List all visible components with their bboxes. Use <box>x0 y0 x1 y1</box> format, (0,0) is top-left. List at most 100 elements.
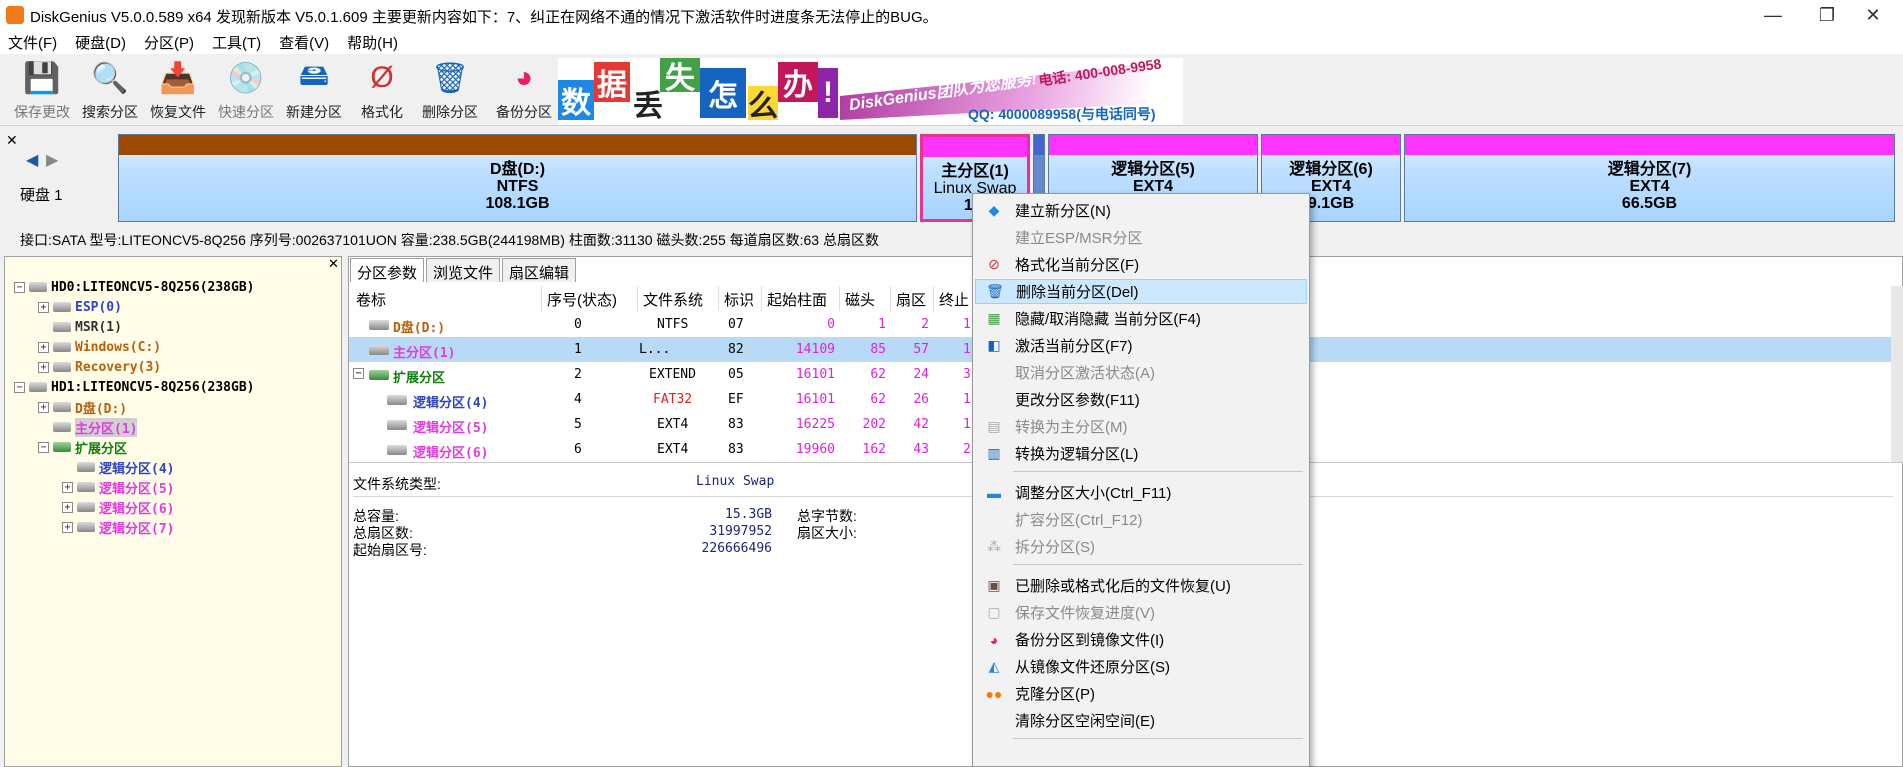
split-icon: ⁂ <box>987 538 1001 554</box>
blank-icon <box>983 511 1005 529</box>
menu-item-label: 备份分区到镜像文件(I) <box>1015 632 1165 649</box>
recover-files-button[interactable]: 📥 恢复文件 <box>144 58 212 124</box>
menu-item-wipe-free-space[interactable]: 清除分区空闲空间(E) <box>975 708 1307 733</box>
sector-size-label: 扇区大小: <box>797 525 857 541</box>
menu-item-change-params[interactable]: 更改分区参数(F11) <box>975 387 1307 412</box>
tree-node-logical-7[interactable]: + 逻辑分区(7) <box>62 518 174 537</box>
menu-item-split-partition[interactable]: ⁂ 拆分分区(S) <box>975 534 1307 559</box>
prev-disk-icon[interactable]: ◀ <box>26 150 38 170</box>
partition-icon <box>369 345 389 355</box>
banner-char: 办 <box>778 62 818 102</box>
expand-icon[interactable]: + <box>38 341 49 353</box>
menu-item-hide-partition[interactable]: ▦ 隐藏/取消隐藏 当前分区(F4) <box>975 306 1307 331</box>
menu-item-label: 隐藏/取消隐藏 当前分区(F4) <box>1015 311 1201 328</box>
col-header-head[interactable]: 磁头 <box>841 286 891 311</box>
tab-sector-edit[interactable]: 扇区编辑 <box>502 258 577 282</box>
menu-item-save-recovery-progress[interactable]: ▢ 保存文件恢复进度(V) <box>975 600 1307 625</box>
next-disk-icon[interactable]: ▶ <box>46 150 58 170</box>
col-header-fs[interactable]: 文件系统 <box>639 286 719 311</box>
collapse-icon[interactable]: − <box>38 441 49 453</box>
search-partition-button[interactable]: 🔍 搜索分区 <box>76 58 144 124</box>
expand-icon[interactable]: + <box>38 301 49 313</box>
tree-node-msr[interactable]: MSR(1) <box>38 318 122 336</box>
partition-bar <box>1262 135 1400 155</box>
new-partition-button[interactable]: 🖴 新建分区 <box>280 58 348 124</box>
convert-logical-icon: ▥ <box>987 445 1001 461</box>
expand-icon[interactable]: + <box>38 401 49 413</box>
tab-browse-files[interactable]: 浏览文件 <box>426 258 501 282</box>
menu-item-recover-files[interactable]: ▣ 已删除或格式化后的文件恢复(U) <box>975 573 1307 598</box>
col-header-label[interactable]: 卷标 <box>352 286 542 311</box>
row-name: 主分区(1) <box>393 346 456 361</box>
menu-disk[interactable]: 硬盘(D) <box>75 32 126 53</box>
col-header-index[interactable]: 序号(状态) <box>543 286 638 311</box>
menu-tools[interactable]: 工具(T) <box>212 32 261 53</box>
partition-name: 逻辑分区(7) <box>1607 161 1692 178</box>
tree-node-logical-5[interactable]: + 逻辑分区(5) <box>62 478 174 497</box>
tree-node-hd1[interactable]: − HD1:LITEONCV5-8Q256(238GB) <box>14 378 255 396</box>
banner-ad[interactable]: 数 据 丢 失 怎 么 办 ! DiskGenius团队为您服务! 电话: 40… <box>558 58 1183 125</box>
menu-item-backup-to-image[interactable]: ◕ 备份分区到镜像文件(I) <box>975 627 1307 652</box>
partition-name: 主分区(1) <box>941 163 1009 180</box>
delete-partition-button[interactable]: 🗑 删除分区 <box>416 58 484 124</box>
menu-item-label: 建立新分区(N) <box>1015 203 1111 220</box>
tree-node-hd0[interactable]: − HD0:LITEONCV5-8Q256(238GB) <box>14 278 255 296</box>
tab-partition-params[interactable]: 分区参数 <box>350 258 425 282</box>
collapse-icon[interactable]: − <box>14 281 25 293</box>
total-sectors-value: 31997952 <box>709 524 772 539</box>
minimize-button[interactable]: — <box>1743 0 1803 30</box>
col-header-sector[interactable]: 扇区 <box>892 286 934 311</box>
table-scrollbar[interactable] <box>1891 286 1903 462</box>
partition-name: 逻辑分区(6) <box>1289 161 1373 178</box>
collapse-icon[interactable]: − <box>353 368 364 379</box>
menu-item-label: 转换为逻辑分区(L) <box>1015 446 1139 463</box>
tree-label: Windows(C:) <box>75 339 162 355</box>
col-header-start-cyl[interactable]: 起始柱面 <box>763 286 840 311</box>
row-end: 1 <box>963 417 971 432</box>
expand-icon[interactable]: + <box>38 361 49 373</box>
close-button[interactable]: ✕ <box>1843 0 1903 30</box>
menu-item-delete-partition[interactable]: 🗑 删除当前分区(Del) <box>975 279 1307 304</box>
save-changes-button[interactable]: 💾 保存更改 <box>8 58 76 124</box>
menu-help[interactable]: 帮助(H) <box>347 32 398 53</box>
tree-node-logical-4[interactable]: 逻辑分区(4) <box>62 458 174 477</box>
menu-item-activate-partition[interactable]: ◧ 激活当前分区(F7) <box>975 333 1307 358</box>
menu-item-create-esp-msr[interactable]: 建立ESP/MSR分区 <box>975 225 1307 250</box>
delete-icon: 🗑 <box>430 61 470 95</box>
menu-item-clone-partition[interactable]: ●● 克隆分区(P) <box>975 681 1307 706</box>
tree-node-esp[interactable]: + ESP(0) <box>38 298 122 316</box>
tree-node-windows[interactable]: + Windows(C:) <box>38 338 161 356</box>
menu-item-extend-partition[interactable]: 扩容分区(Ctrl_F12) <box>975 507 1307 532</box>
close-diskmap-icon[interactable]: ✕ <box>6 132 18 149</box>
partition-block-d[interactable]: D盘(D:) NTFS 108.1GB <box>118 134 917 222</box>
menu-item-new-partition[interactable]: ◆ 建立新分区(N) <box>975 198 1307 223</box>
menu-item-deactivate-partition[interactable]: 取消分区激活状态(A) <box>975 360 1307 385</box>
collapse-icon[interactable]: − <box>14 381 25 393</box>
col-header-end[interactable]: 终止 <box>935 286 975 311</box>
tree-node-recovery[interactable]: + Recovery(3) <box>38 358 161 376</box>
tree-node-extended[interactable]: − 扩展分区 <box>38 438 127 457</box>
tree-node-logical-6[interactable]: + 逻辑分区(6) <box>62 498 174 517</box>
format-label: 格式化 <box>361 104 403 120</box>
expand-icon[interactable]: + <box>62 481 73 493</box>
menu-item-format[interactable]: ⊘ 格式化当前分区(F) <box>975 252 1307 277</box>
quick-partition-button[interactable]: 💿 快速分区 <box>212 58 280 124</box>
format-button[interactable]: Ø 格式化 <box>348 58 416 124</box>
partition-block-logical-7[interactable]: 逻辑分区(7) EXT4 66.5GB <box>1404 134 1895 222</box>
menu-item-convert-primary[interactable]: ▤ 转换为主分区(M) <box>975 414 1307 439</box>
menu-partition[interactable]: 分区(P) <box>144 32 194 53</box>
tree-node-primary-1[interactable]: 主分区(1) <box>38 417 138 437</box>
menu-item-convert-logical[interactable]: ▥ 转换为逻辑分区(L) <box>975 441 1307 466</box>
menu-file[interactable]: 文件(F) <box>8 32 57 53</box>
expand-icon[interactable]: + <box>62 501 73 513</box>
menu-view[interactable]: 查看(V) <box>279 32 329 53</box>
menu-item-restore-from-image[interactable]: ◭ 从镜像文件还原分区(S) <box>975 654 1307 679</box>
col-header-id[interactable]: 标识 <box>720 286 762 311</box>
menu-item-resize-partition[interactable]: ▬ 调整分区大小(Ctrl_F11) <box>975 480 1307 505</box>
backup-partition-button[interactable]: ◕ 备份分区 <box>490 58 558 124</box>
tree-node-d[interactable]: + D盘(D:) <box>38 398 127 417</box>
close-tree-icon[interactable]: ✕ <box>328 256 339 272</box>
row-head: 85 <box>870 342 886 357</box>
row-index: 4 <box>574 392 582 407</box>
expand-icon[interactable]: + <box>62 521 73 533</box>
